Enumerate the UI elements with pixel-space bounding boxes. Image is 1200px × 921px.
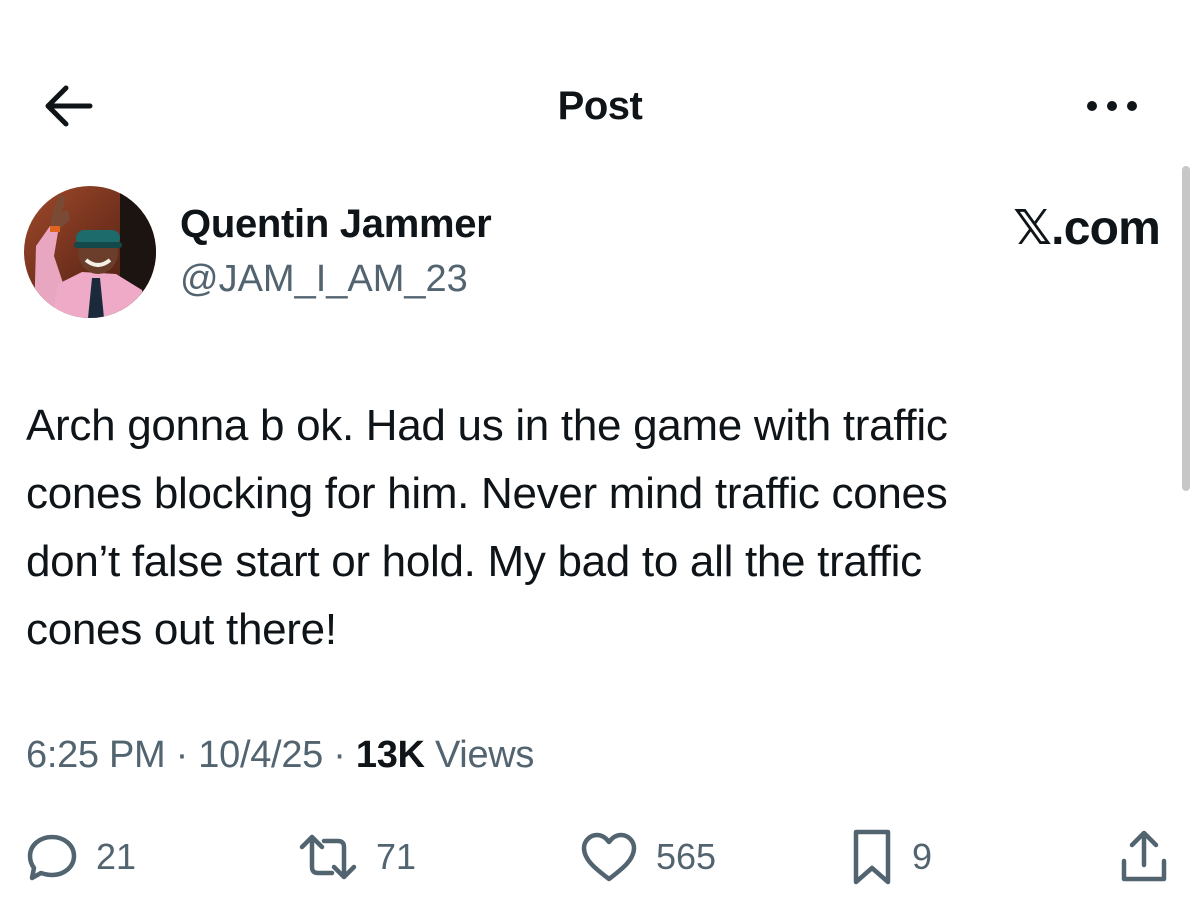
more-options-button[interactable] (1078, 84, 1148, 128)
repost-icon (299, 834, 357, 880)
scrollbar[interactable] (1182, 166, 1190, 491)
author-handle[interactable]: @JAM_I_AM_23 (180, 258, 468, 301)
bookmark-button[interactable]: 9 (848, 822, 932, 892)
meta-separator: · (322, 734, 356, 776)
meta-separator: · (165, 734, 199, 776)
views-count: 13K (355, 734, 425, 776)
author-name[interactable]: Quentin Jammer (180, 202, 492, 247)
x-watermark: 𝕏.com (1013, 202, 1161, 255)
top-bar: Post (0, 60, 1200, 150)
like-count: 565 (656, 836, 717, 877)
reply-count: 21 (96, 836, 137, 877)
share-icon (1121, 830, 1167, 882)
views-label: Views (434, 734, 535, 776)
profile-photo (24, 186, 156, 318)
bookmark-count: 9 (912, 836, 933, 877)
repost-button[interactable]: 71 (296, 822, 416, 892)
share-button[interactable] (1118, 822, 1170, 892)
more-horizontal-icon (1087, 101, 1137, 111)
post-metadata: 6:25 PM · 10/4/25 · 13K Views (26, 734, 534, 777)
post-text: Arch gonna b ok. Had us in the game with… (26, 401, 948, 654)
reply-icon (27, 834, 77, 881)
reply-button[interactable]: 21 (24, 822, 136, 892)
post-date[interactable]: 10/4/25 (198, 734, 323, 776)
like-button[interactable]: 565 (578, 822, 716, 892)
repost-count: 71 (376, 836, 417, 877)
bookmark-icon (853, 829, 891, 885)
avatar[interactable] (24, 186, 156, 318)
heart-icon (581, 832, 637, 882)
page-title: Post (557, 84, 643, 128)
post-time[interactable]: 6:25 PM (26, 734, 166, 776)
action-bar: 21 71 565 9 (0, 822, 1200, 892)
